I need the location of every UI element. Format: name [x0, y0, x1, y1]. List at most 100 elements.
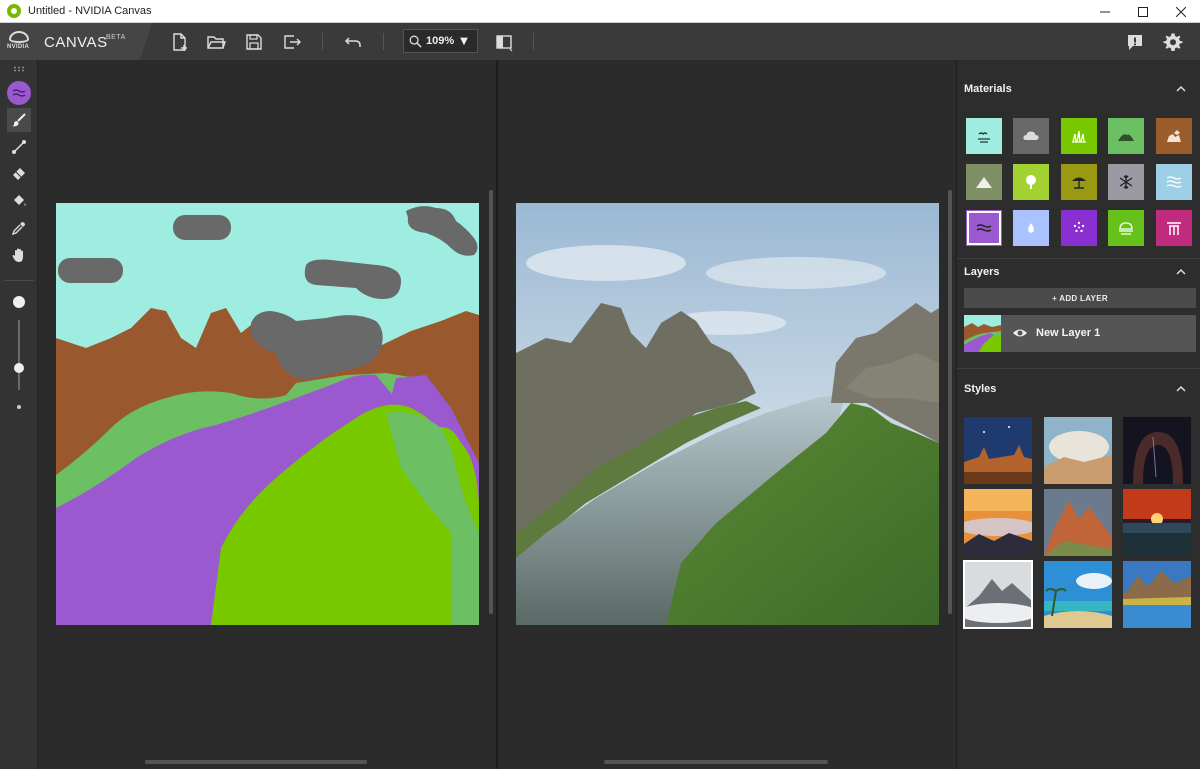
material-snow[interactable] — [1108, 164, 1144, 200]
toolbar-separator — [383, 33, 384, 50]
maximize-icon[interactable] — [1124, 0, 1162, 23]
building-icon — [1167, 222, 1181, 235]
app-toolbar: NVIDIA CANVAS BETA 109% ▼ — [0, 23, 1200, 60]
style-cloudy-cliffs[interactable] — [1044, 417, 1112, 484]
flower-icon — [1073, 221, 1085, 233]
grip-handle[interactable] — [13, 66, 25, 72]
material-tree[interactable] — [1013, 164, 1049, 200]
brush-size-slider[interactable] — [18, 320, 20, 390]
chevron-up-icon[interactable] — [1176, 84, 1186, 94]
new-file-icon[interactable] — [169, 31, 191, 53]
style-sunset-fog[interactable] — [964, 489, 1032, 556]
segmentation-canvas[interactable] — [56, 203, 479, 625]
styles-heading: Styles — [964, 383, 997, 395]
material-grass[interactable] — [1061, 118, 1097, 154]
style-tropical-beach[interactable] — [1044, 561, 1112, 628]
section-divider — [957, 258, 1200, 259]
brush-icon[interactable] — [7, 108, 31, 132]
style-night-arch[interactable] — [1123, 417, 1191, 484]
chevron-down-icon: ▼ — [460, 35, 468, 47]
style-misty-peak[interactable] — [963, 560, 1033, 629]
style-alpine-lake[interactable] — [1123, 561, 1191, 628]
brush-size-small-icon — [17, 405, 21, 409]
gear-icon[interactable] — [1162, 31, 1184, 53]
snowflake-icon — [1119, 175, 1133, 189]
cloud-icon — [1023, 131, 1039, 140]
brand-block: NVIDIA CANVAS BETA — [0, 23, 152, 60]
feedback-icon[interactable] — [1124, 31, 1146, 53]
undo-icon[interactable] — [342, 31, 364, 53]
section-divider — [957, 368, 1200, 369]
eyedropper-icon[interactable] — [7, 216, 31, 240]
minimize-icon[interactable] — [1086, 0, 1124, 23]
eye-icon[interactable] — [1012, 327, 1028, 339]
material-sea[interactable] — [1156, 164, 1192, 200]
material-swatch[interactable] — [7, 81, 31, 105]
brush-size-large-icon — [13, 296, 25, 308]
material-fog[interactable] — [1108, 210, 1144, 246]
brand-beta-tag: BETA — [106, 34, 126, 41]
zoom-value: 109% — [426, 35, 455, 47]
material-water[interactable] — [1013, 210, 1049, 246]
style-red-sunset[interactable] — [1123, 489, 1191, 556]
open-folder-icon[interactable] — [205, 31, 227, 53]
brand-name: CANVAS — [44, 34, 108, 51]
chevron-up-icon[interactable] — [1176, 267, 1186, 277]
style-desert-night[interactable] — [964, 417, 1032, 484]
search-icon — [409, 35, 422, 48]
material-sand[interactable] — [1061, 164, 1097, 200]
close-icon[interactable] — [1162, 0, 1200, 23]
right-canvas-vertical-scrollbar[interactable] — [948, 190, 952, 614]
river-icon — [976, 224, 992, 232]
tool-column — [0, 60, 38, 769]
nvidia-logo-icon: NVIDIA — [6, 29, 32, 53]
material-rock[interactable] — [1156, 118, 1192, 154]
material-building[interactable] — [1156, 210, 1192, 246]
material-hill[interactable] — [1108, 118, 1144, 154]
material-flower[interactable] — [1061, 210, 1097, 246]
mountain-icon — [976, 177, 992, 188]
app-icon — [7, 4, 21, 18]
save-icon[interactable] — [243, 31, 265, 53]
right-panel: Materials Layers + ADD LAYER New Layer 1… — [956, 60, 1200, 769]
line-icon[interactable] — [7, 135, 31, 159]
fog-icon — [1119, 222, 1133, 235]
layers-heading: Layers — [964, 266, 1000, 278]
tool-divider — [4, 280, 34, 281]
grass-icon — [1072, 130, 1086, 143]
hill-icon — [1118, 134, 1134, 141]
chevron-up-icon[interactable] — [1176, 384, 1186, 394]
material-mountain[interactable] — [966, 164, 1002, 200]
brush-size-handle[interactable] — [14, 363, 24, 373]
add-layer-button[interactable]: + ADD LAYER — [964, 288, 1196, 308]
style-red-peaks[interactable] — [1044, 489, 1112, 556]
layer-name: New Layer 1 — [1036, 327, 1101, 339]
window-title-bar: Untitled - NVIDIA Canvas — [0, 0, 1200, 23]
layer-thumbnail — [964, 315, 1001, 352]
layer-item[interactable]: New Layer 1 — [964, 315, 1196, 352]
pane-divider[interactable] — [496, 60, 498, 769]
left-canvas-horizontal-scrollbar[interactable] — [145, 760, 367, 764]
left-canvas-vertical-scrollbar[interactable] — [489, 190, 493, 614]
generated-render-image — [516, 203, 939, 625]
material-cloud[interactable] — [1013, 118, 1049, 154]
zoom-select[interactable]: 109% ▼ — [403, 29, 478, 53]
sky-birds-icon — [978, 132, 990, 143]
right-canvas-horizontal-scrollbar[interactable] — [604, 760, 828, 764]
tree-icon — [1026, 175, 1036, 189]
water-drop-icon — [1028, 223, 1034, 233]
eraser-icon[interactable] — [7, 162, 31, 186]
export-icon[interactable] — [281, 31, 303, 53]
fill-bucket-icon[interactable] — [7, 189, 31, 213]
beach-umbrella-icon — [1072, 177, 1086, 189]
rock-icon — [1167, 130, 1181, 142]
toolbar-separator — [322, 33, 323, 50]
window-controls — [1086, 0, 1200, 23]
material-river[interactable] — [966, 210, 1002, 246]
window-title: Untitled - NVIDIA Canvas — [28, 5, 152, 17]
hand-icon[interactable] — [7, 243, 31, 267]
compare-view-icon[interactable] — [493, 31, 515, 53]
toolbar-separator — [533, 33, 534, 50]
material-sky[interactable] — [966, 118, 1002, 154]
materials-heading: Materials — [964, 83, 1012, 95]
